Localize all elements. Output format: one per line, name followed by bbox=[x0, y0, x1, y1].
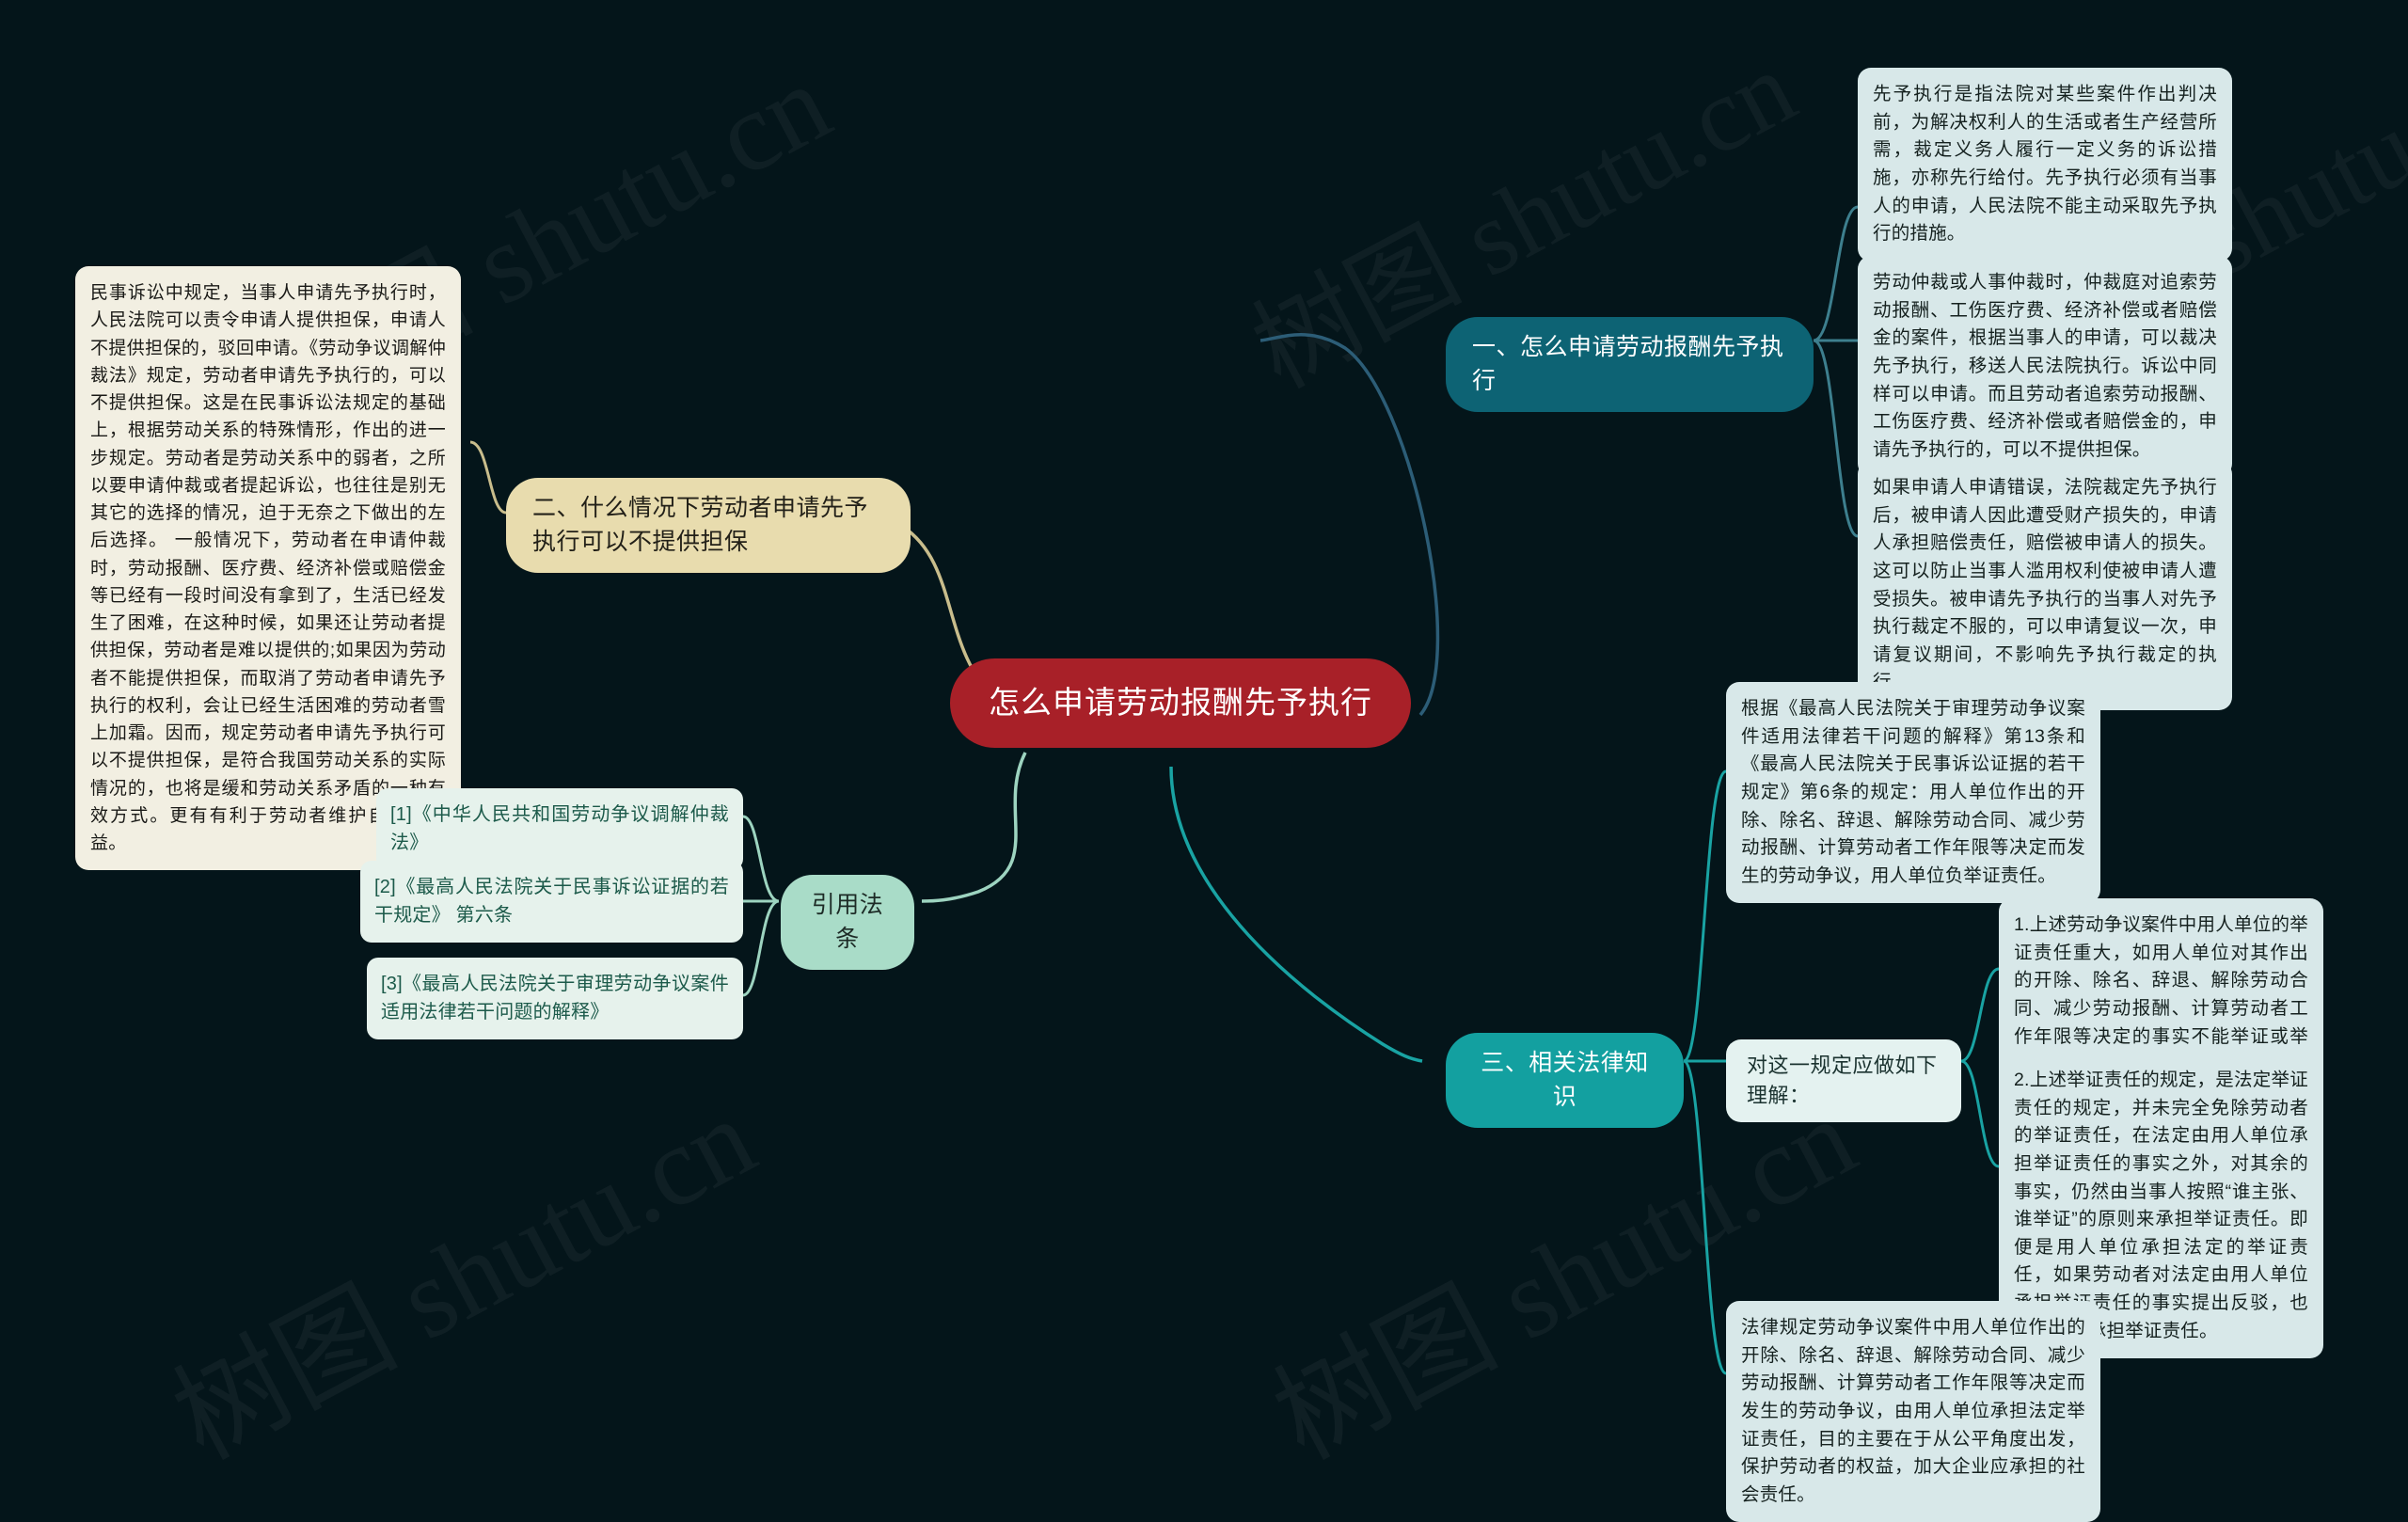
branch-node-3[interactable]: 三、相关法律知识 bbox=[1446, 1033, 1684, 1128]
leaf-node-3-1[interactable]: 根据《最高人民法院关于审理劳动争议案件适用法律若干问题的解释》第13条和《最高人… bbox=[1726, 682, 2100, 904]
link-leaf32-sub2 bbox=[1960, 1059, 2000, 1168]
branch-node-1[interactable]: 一、怎么申请劳动报酬先予执行 bbox=[1446, 317, 1814, 412]
link-branch2-leaf1 bbox=[469, 440, 507, 515]
leaf-node-1-2[interactable]: 劳动仲裁或人事仲裁时，仲裁庭对追索劳动报酬、工伤医疗费、经济补偿或者赔偿金的案件… bbox=[1858, 256, 2232, 478]
link-branch3-leaf3 bbox=[1682, 1059, 1727, 1375]
link-root-branch3 bbox=[1169, 766, 1423, 1063]
leaf-node-3-3[interactable]: 法律规定劳动争议案件中用人单位作出的开除、除名、辞退、解除劳动合同、减少劳动报酬… bbox=[1726, 1301, 2100, 1522]
link-branch3-leaf1 bbox=[1683, 769, 1727, 1063]
ref-node-1[interactable]: [1]《中华人民共和国劳动争议调解仲裁法》 bbox=[376, 788, 743, 870]
leaf-node-1-1[interactable]: 先予执行是指法院对某些案件作出判决前，为解决权利人的生活或者生产经营所需，裁定义… bbox=[1858, 68, 2232, 262]
link-branch1-leaf3 bbox=[1813, 339, 1859, 538]
leaf-node-3-2[interactable]: 对这一规定应做如下理解： bbox=[1726, 1039, 1961, 1122]
mindmap-canvas: 树图 shutu.cn 树图 shutu.cn 树图 shutu.cn 树图 s… bbox=[0, 0, 2408, 1522]
link-branch1-leaf1 bbox=[1813, 205, 1859, 342]
leaf-node-2-1[interactable]: 民事诉讼中规定，当事人申请先予执行时，人民法院可以责令申请人提供担保，申请人不提… bbox=[75, 266, 461, 871]
link-root-branch4 bbox=[921, 752, 1027, 903]
watermark: 树图 shutu.cn bbox=[141, 1048, 777, 1490]
branch-node-4[interactable]: 引用法条 bbox=[781, 875, 914, 970]
ref-node-2[interactable]: [2]《最高人民法院关于民事诉讼证据的若干规定》 第六条 bbox=[360, 861, 743, 943]
link-leaf32-sub1 bbox=[1960, 967, 2000, 1063]
ref-node-3[interactable]: [3]《最高人民法院关于审理劳动争议案件适用法律若干问题的解释》 bbox=[367, 958, 743, 1039]
leaf-node-1-3[interactable]: 如果申请人申请错误，法院裁定先予执行后，被申请人因此遭受财产损失的，申请人承担赔… bbox=[1858, 461, 2232, 710]
root-node[interactable]: 怎么申请劳动报酬先予执行 bbox=[950, 658, 1411, 748]
link-branch4-ref1 bbox=[742, 815, 780, 903]
branch-node-2[interactable]: 二、什么情况下劳动者申请先予执行可以不提供担保 bbox=[506, 478, 911, 573]
link-branch4-ref3 bbox=[742, 899, 780, 997]
